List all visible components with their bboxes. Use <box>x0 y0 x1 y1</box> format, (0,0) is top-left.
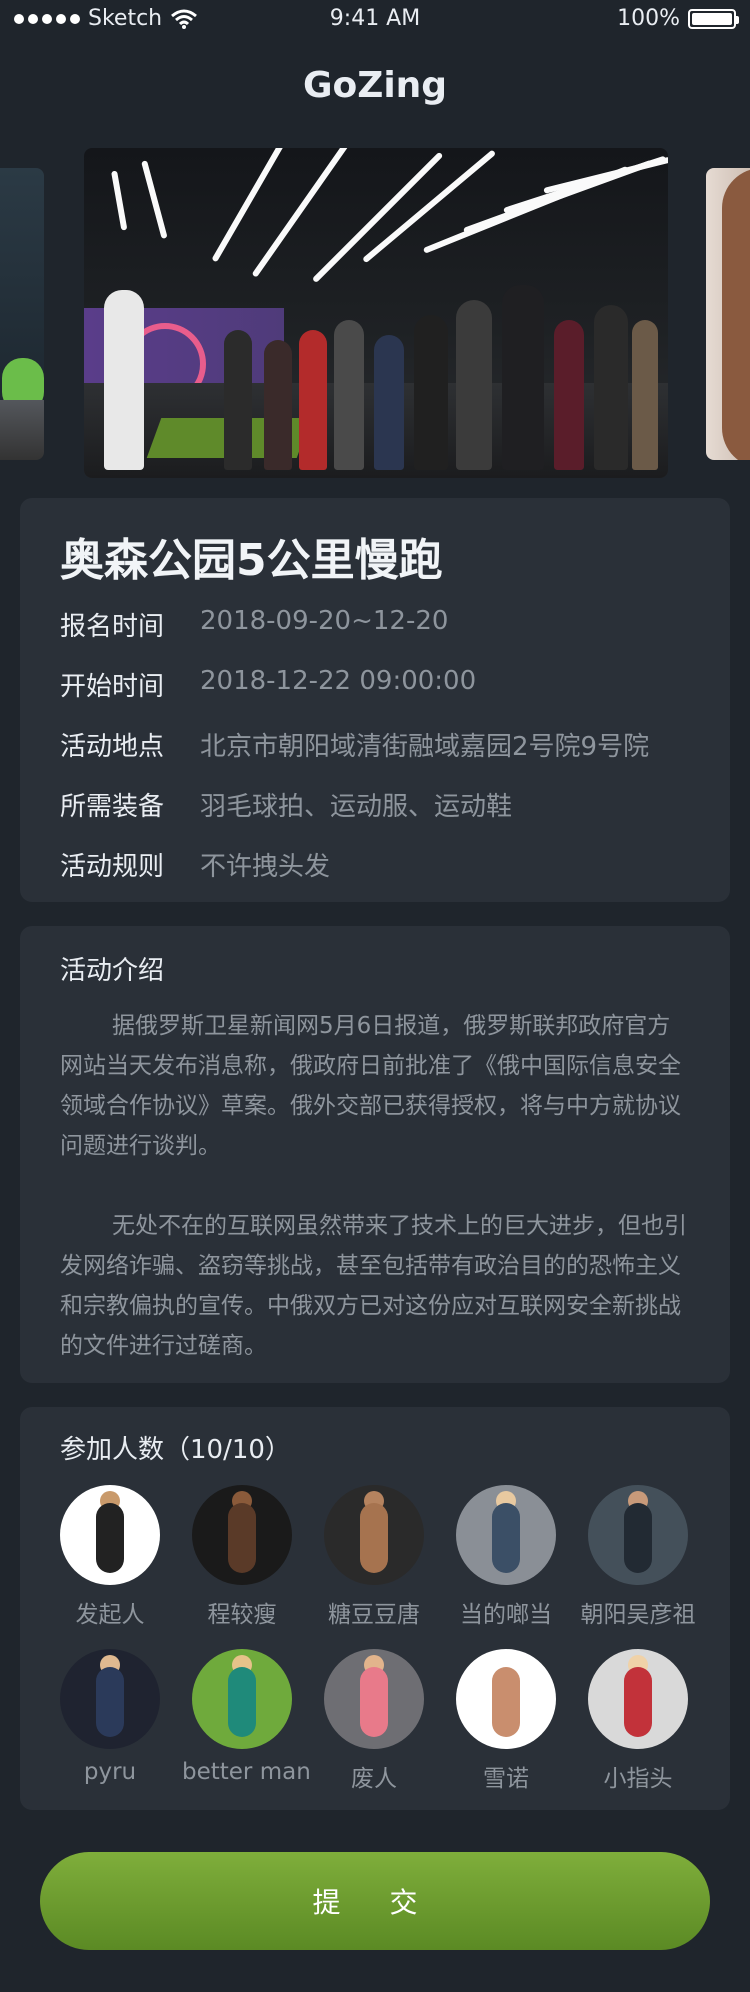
info-value: 2018-12-22 09:00:00 <box>200 666 477 696</box>
submit-button[interactable]: 提 交 <box>40 1852 710 1950</box>
intro-title: 活动介绍 <box>60 956 165 986</box>
participant-name: 发起人 <box>75 1602 145 1628</box>
participant-item[interactable]: 程较瘦 <box>182 1485 302 1629</box>
participant-item[interactable]: pyru <box>50 1649 170 1785</box>
avatar[interactable] <box>588 1485 688 1585</box>
info-row-equipment: 所需装备 羽毛球拍、运动服、运动鞋 <box>60 786 512 823</box>
participant-item[interactable]: 小指头 <box>578 1649 698 1793</box>
participant-item[interactable]: 朝阳吴彦祖 <box>578 1485 698 1629</box>
event-intro-card: 活动介绍 据俄罗斯卫星新闻网5月6日报道，俄罗斯联邦政府官方网站当天发布消息称，… <box>20 926 730 1383</box>
info-label: 活动地点 <box>60 732 165 762</box>
participant-item[interactable]: 雪诺 <box>446 1649 566 1793</box>
participant-name: 雪诺 <box>483 1766 529 1792</box>
participants-card: 参加人数（10/10） 发起人 程较瘦 糖豆豆唐 当的啷当 朝阳吴彦祖 pyru… <box>20 1407 730 1810</box>
carousel-slide-current[interactable] <box>84 148 668 478</box>
avatar[interactable] <box>192 1485 292 1585</box>
participant-item[interactable]: better man <box>182 1649 311 1785</box>
info-label: 报名时间 <box>60 612 165 642</box>
participants-title: 参加人数（10/10） <box>60 1435 291 1465</box>
participant-name: 当的啷当 <box>460 1602 552 1628</box>
info-value: 北京市朝阳域清街融域嘉园2号院9号院 <box>200 732 650 762</box>
participant-name: 程较瘦 <box>207 1602 277 1628</box>
info-row-signup-time: 报名时间 2018-09-20~12-20 <box>60 606 448 643</box>
info-label: 开始时间 <box>60 672 165 702</box>
intro-paragraph: 无处不在的互联网虽然带来了技术上的巨大进步，但也引发网络诈骗、盗窃等挑战，甚至包… <box>60 1213 687 1359</box>
avatar[interactable] <box>324 1485 424 1585</box>
photo-carousel[interactable] <box>0 148 750 478</box>
info-label: 所需装备 <box>60 792 165 822</box>
app-title: GoZing <box>302 65 448 106</box>
participant-item[interactable]: 当的啷当 <box>446 1485 566 1629</box>
status-bar: Sketch 9:41 AM 100% <box>0 0 750 40</box>
intro-paragraph: 据俄罗斯卫星新闻网5月6日报道，俄罗斯联邦政府官方网站当天发布消息称，俄政府日前… <box>60 1013 681 1159</box>
participant-name: 糖豆豆唐 <box>328 1602 420 1628</box>
event-title: 奥森公园5公里慢跑 <box>60 535 443 586</box>
info-value: 2018-09-20~12-20 <box>200 606 449 636</box>
avatar[interactable] <box>456 1649 556 1749</box>
participant-name: 朝阳吴彦祖 <box>580 1602 696 1628</box>
participant-name: 废人 <box>351 1766 397 1792</box>
info-row-rules: 活动规则 不许拽头发 <box>60 846 330 883</box>
avatar[interactable] <box>456 1485 556 1585</box>
info-value: 羽毛球拍、运动服、运动鞋 <box>200 792 513 822</box>
participant-item[interactable]: 废人 <box>314 1649 434 1793</box>
carousel-slide-prev[interactable] <box>0 168 44 460</box>
participant-item[interactable]: 糖豆豆唐 <box>314 1485 434 1629</box>
battery-percent: 100% <box>617 6 680 31</box>
info-row-start-time: 开始时间 2018-12-22 09:00:00 <box>60 666 476 703</box>
participant-name: better man <box>182 1759 311 1785</box>
avatar[interactable] <box>192 1649 292 1749</box>
participant-item[interactable]: 发起人 <box>50 1485 170 1629</box>
carousel-slide-next[interactable] <box>706 168 750 460</box>
info-value: 不许拽头发 <box>200 852 331 882</box>
participant-name: 小指头 <box>603 1766 673 1792</box>
status-right: 100% <box>617 6 739 31</box>
battery-icon <box>688 8 739 29</box>
avatar[interactable] <box>60 1649 160 1749</box>
info-row-location: 活动地点 北京市朝阳域清街融域嘉园2号院9号院 <box>60 726 649 763</box>
info-label: 活动规则 <box>60 852 165 882</box>
avatar[interactable] <box>588 1649 688 1749</box>
event-info-card: 奥森公园5公里慢跑 报名时间 2018-09-20~12-20 开始时间 201… <box>20 498 730 902</box>
participant-name: pyru <box>83 1759 137 1785</box>
avatar[interactable] <box>60 1485 160 1585</box>
avatar[interactable] <box>324 1649 424 1749</box>
